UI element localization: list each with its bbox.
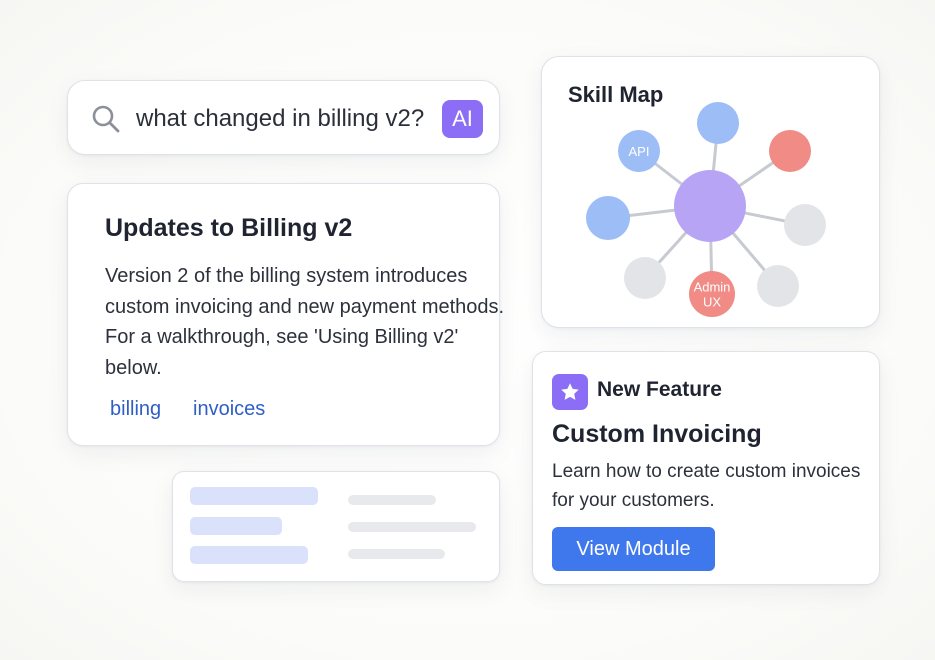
skill-map-center-node[interactable] [674, 170, 746, 242]
skill-map-graph: API AdminUX [586, 102, 826, 317]
article-title: Updates to Billing v2 [105, 214, 353, 242]
skill-map-node[interactable] [769, 130, 811, 172]
feature-description: Learn how to create custom invoices for … [552, 461, 861, 511]
feature-card: New Feature Custom Invoicing Learn how t… [532, 351, 880, 585]
app-canvas: AI Updates to Billing v2 Version 2 of th… [0, 0, 935, 660]
skill-map-node[interactable] [586, 196, 630, 240]
skeleton-bar [190, 487, 318, 505]
skill-map-node[interactable] [757, 265, 799, 307]
tag-billing[interactable]: billing [110, 398, 161, 421]
skeleton-bar [190, 517, 282, 535]
skill-map-card: Skill Map API Admin UX [541, 56, 880, 328]
tag-invoices[interactable]: invoices [193, 398, 265, 421]
skill-map-node[interactable] [784, 204, 826, 246]
search-bar[interactable]: AI [67, 80, 500, 155]
skeleton-bar [190, 546, 308, 564]
article-body: Version 2 of the billing system introduc… [105, 265, 505, 379]
ai-badge[interactable]: AI [442, 100, 483, 138]
skeleton-line [348, 495, 436, 505]
skeleton-line [348, 522, 476, 532]
skill-map-node[interactable] [624, 257, 666, 299]
skill-map-node-label: API [629, 144, 650, 159]
star-badge [552, 374, 588, 410]
feature-title: Custom Invoicing [552, 420, 762, 448]
loading-skeleton-card [172, 471, 500, 582]
skill-map-node-label: Admin [694, 280, 731, 295]
skill-map-node-label: UX [703, 295, 721, 310]
skeleton-line [348, 549, 445, 559]
search-icon [92, 105, 120, 133]
skill-map-node[interactable] [697, 102, 739, 144]
star-icon [561, 383, 579, 400]
skill-map-nodes: API AdminUX [586, 102, 826, 317]
feature-label: New Feature [597, 378, 722, 401]
article-card: Updates to Billing v2 Version 2 of the b… [67, 183, 504, 446]
search-input[interactable] [136, 99, 436, 139]
view-module-button[interactable]: View Module [552, 527, 715, 571]
